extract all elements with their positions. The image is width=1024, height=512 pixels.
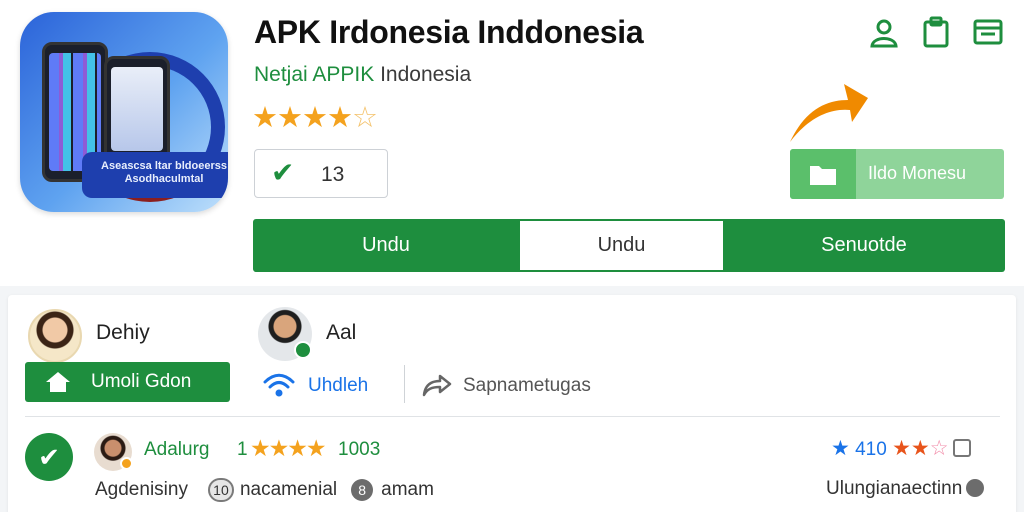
community-card: Dehiy Aal Umoli Gdon Uhdleh Sapnametugas…	[8, 295, 1016, 512]
phone-graphic	[104, 56, 170, 162]
review-stars: ★★★★	[250, 435, 327, 462]
wifi-icon[interactable]	[263, 373, 295, 397]
rating-stars: ★★★★☆	[252, 100, 378, 135]
verified-badge-icon	[294, 341, 312, 359]
star-icon: ★	[892, 437, 911, 460]
star-icon: ★	[831, 437, 850, 460]
home-icon	[46, 372, 70, 392]
developer-country: Indonesia	[380, 63, 472, 86]
person-icon[interactable]	[868, 16, 900, 48]
folder-icon	[810, 166, 836, 185]
star-outline-icon: ☆	[352, 102, 378, 134]
app-icon-banner: Aseascsa ltar bldoeerss Asodhaculmtal	[82, 152, 228, 198]
review-meta-right: Ulungianaectinn	[826, 478, 985, 500]
checkbox[interactable]	[952, 439, 971, 457]
app-icon-banner-line1: Aseascsa ltar bldoeerss	[101, 160, 227, 172]
tab-bar: Undu Undu Senuotde	[253, 219, 1005, 272]
right-rating-value: 410	[855, 439, 887, 460]
star-half-icon: ★	[305, 435, 327, 461]
star-icon: ★	[268, 435, 290, 461]
meta-label: Agdenisiny	[95, 479, 188, 500]
app-header-panel: Aseascsa ltar bldoeerss Asodhaculmtal AP…	[0, 0, 1024, 286]
share-icon[interactable]	[422, 373, 452, 397]
install-button-label: Ildo Monesu	[868, 163, 967, 183]
count-box[interactable]: ✔ 13	[254, 149, 388, 198]
tab-undu-1[interactable]: Undu	[253, 219, 519, 272]
app-icon: Aseascsa ltar bldoeerss Asodhaculmtal	[20, 12, 228, 212]
gear-icon[interactable]: 8	[351, 479, 374, 501]
divider	[404, 365, 405, 403]
review-meta: Agdenisiny 10 nacamenial 8 amam	[95, 478, 434, 502]
star-icon: ★	[277, 102, 303, 134]
star-icon: ★	[252, 102, 278, 134]
install-icon-box	[790, 149, 856, 199]
checkmark-icon[interactable]: ✔	[25, 433, 73, 481]
app-icon-banner-line2: Asodhaculmtal	[124, 173, 204, 185]
clipboard-icon[interactable]	[920, 16, 952, 48]
checkmark-icon: ✔	[271, 157, 295, 188]
share-action-label[interactable]: Sapnametugas	[463, 375, 591, 397]
follow-button-label: Umoli Gdon	[91, 371, 192, 392]
follow-button[interactable]: Umoli Gdon	[25, 362, 230, 402]
install-button[interactable]: Ildo Monesu	[790, 149, 1004, 199]
user-name: Dehiy	[96, 321, 150, 344]
star-outline-icon: ☆	[929, 437, 949, 460]
badge-icon	[120, 457, 133, 470]
globe-icon[interactable]	[966, 479, 985, 497]
star-icon: ★	[910, 437, 930, 460]
wifi-action-label[interactable]: Uhdleh	[308, 375, 368, 397]
meta-label: nacamenial	[239, 479, 338, 500]
tab-senuotde[interactable]: Senuotde	[723, 219, 1005, 272]
developer-line: Netjai APPIK Indonesia	[254, 63, 471, 87]
user-name: Aal	[326, 321, 357, 344]
avatar[interactable]	[28, 309, 82, 363]
folder-icon[interactable]	[972, 16, 1004, 48]
review-count: 1003	[338, 439, 381, 460]
star-icon: ★	[302, 102, 328, 134]
divider	[25, 416, 1000, 417]
star-icon: ★	[287, 435, 308, 461]
star-icon: ★	[327, 102, 353, 134]
counter-badge-icon: 10	[207, 478, 234, 502]
star-icon: ★	[250, 435, 271, 461]
meta-label: Ulungianaectinn	[826, 478, 963, 499]
arrow-graphic	[790, 84, 868, 142]
right-rating: ★ 410 ★★☆	[831, 436, 971, 461]
header-icons	[868, 16, 1004, 48]
reviewer-name[interactable]: Adalurg	[144, 439, 210, 461]
developer-link[interactable]: Netjai APPIK	[254, 63, 374, 86]
tab-undu-2[interactable]: Undu	[520, 221, 723, 270]
review-prefix: 1	[237, 439, 248, 460]
meta-label: amam	[381, 479, 434, 500]
count-value: 13	[321, 163, 345, 186]
app-title: APK Irdonesia Inddonesia	[254, 14, 644, 50]
